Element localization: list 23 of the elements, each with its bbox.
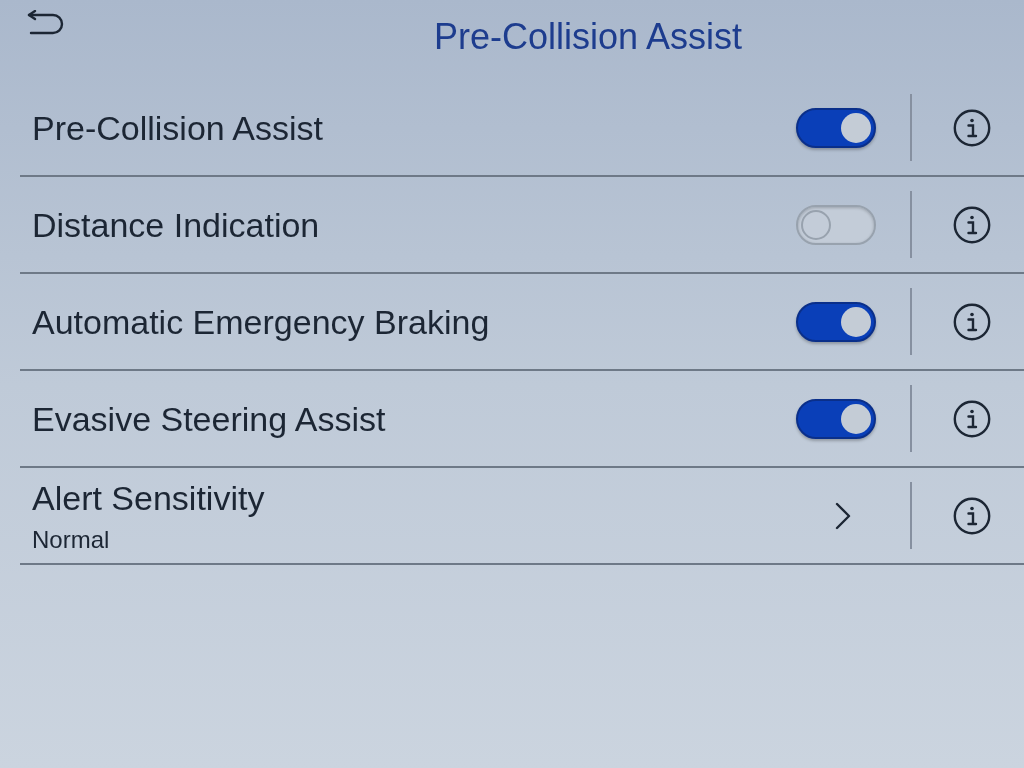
setting-label: Alert Sensitivity	[32, 477, 266, 518]
toggle-switch[interactable]	[796, 107, 876, 148]
info-button[interactable]	[952, 107, 992, 148]
page-title: Pre-Collision Assist	[433, 19, 743, 59]
back-icon	[26, 10, 64, 36]
info-icon	[953, 205, 991, 244]
info-button[interactable]	[952, 495, 992, 536]
toggle-switch[interactable]	[796, 204, 876, 245]
info-icon	[953, 399, 991, 438]
toggle-switch[interactable]	[796, 301, 876, 342]
chevron-right-icon[interactable]	[834, 501, 852, 530]
setting-label: Evasive Steering Assist	[32, 398, 387, 439]
info-button[interactable]	[952, 204, 992, 245]
info-icon	[953, 496, 991, 535]
toggle-switch[interactable]	[796, 398, 876, 439]
info-button[interactable]	[952, 301, 992, 342]
setting-label: Pre-Collision Assist	[32, 107, 324, 148]
info-button[interactable]	[952, 398, 992, 439]
info-icon	[953, 302, 991, 341]
info-icon	[953, 108, 991, 147]
setting-label: Automatic Emergency Braking	[32, 301, 491, 342]
setting-label: Distance Indication	[32, 204, 321, 245]
setting-value: Normal	[32, 525, 111, 554]
